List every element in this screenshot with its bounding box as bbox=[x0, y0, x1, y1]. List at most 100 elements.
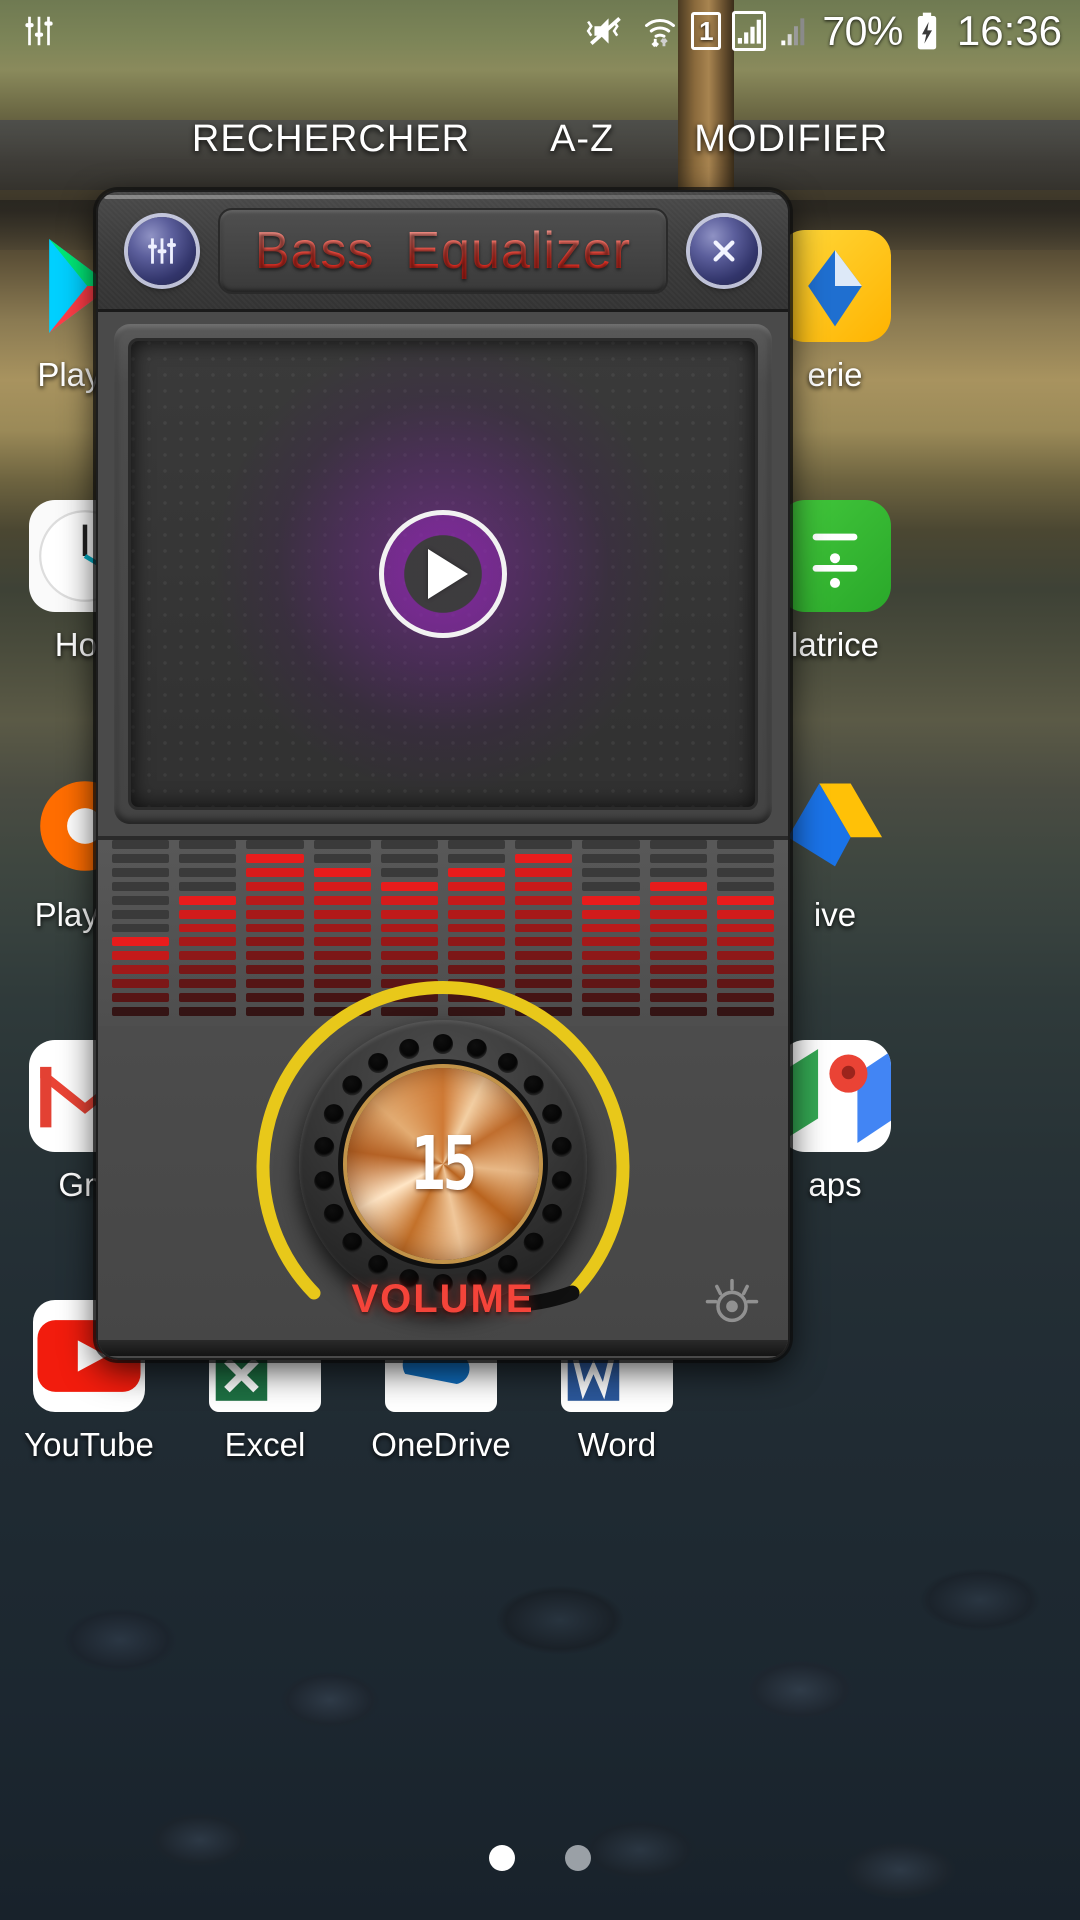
app-label: OneDrive bbox=[371, 1426, 511, 1463]
knob-dot bbox=[399, 1038, 420, 1059]
spectrum-segment bbox=[448, 895, 506, 905]
spectrum-segment bbox=[515, 937, 573, 947]
spectrum-segment bbox=[111, 840, 170, 849]
status-bar-clock: 16:36 bbox=[956, 7, 1062, 54]
app-title: Bass Equalizer bbox=[254, 221, 632, 280]
spectrum-segment bbox=[649, 867, 707, 877]
status-bar-right: 1 70% 16:36 bbox=[585, 7, 1062, 55]
spectrum-segment bbox=[716, 993, 775, 1003]
spectrum-segment bbox=[515, 853, 573, 863]
spectrum-segment bbox=[313, 840, 371, 849]
knob-dot bbox=[323, 1104, 344, 1125]
spectrum-segment bbox=[582, 965, 640, 975]
spectrum-segment bbox=[380, 923, 438, 933]
spectrum-segment bbox=[111, 993, 170, 1003]
knob-dot bbox=[542, 1203, 563, 1224]
spectrum-segment bbox=[448, 909, 506, 919]
home-action-edit[interactable]: MODIFIER bbox=[694, 118, 888, 161]
volume-section: 15 VOLUME bbox=[98, 980, 788, 1356]
knob-dot bbox=[342, 1232, 363, 1253]
signal-boxed-icon bbox=[732, 11, 767, 51]
maps-icon bbox=[779, 1040, 891, 1152]
spectrum-segment bbox=[246, 840, 304, 849]
spectrum-segment bbox=[649, 923, 707, 933]
play-button[interactable] bbox=[379, 510, 507, 638]
spectrum-segment bbox=[246, 937, 304, 947]
spectrum-segment bbox=[111, 1007, 170, 1016]
spectrum-segment bbox=[111, 909, 170, 919]
spectrum-column bbox=[111, 840, 170, 1016]
drive-icon bbox=[779, 770, 891, 882]
page-dot-active[interactable] bbox=[489, 1845, 515, 1871]
spectrum-segment bbox=[380, 909, 438, 919]
app-label: YouTube bbox=[24, 1426, 154, 1463]
volume-label: VOLUME bbox=[351, 1277, 535, 1321]
knob-dot bbox=[314, 1171, 335, 1192]
sim-1-icon: 1 bbox=[691, 12, 722, 50]
volume-knob-face[interactable]: 15 bbox=[347, 1068, 539, 1260]
spectrum-segment bbox=[582, 867, 640, 877]
knob-dot bbox=[368, 1053, 389, 1074]
visualizer-bezel bbox=[114, 324, 772, 824]
spectrum-segment bbox=[246, 923, 304, 933]
knob-dot bbox=[314, 1136, 335, 1157]
spectrum-segment bbox=[313, 951, 371, 961]
spectrum-segment bbox=[515, 881, 573, 891]
home-action-bar: RECHERCHER A-Z MODIFIER bbox=[0, 118, 1080, 161]
page-dot-inactive[interactable] bbox=[565, 1845, 591, 1871]
spectrum-segment bbox=[649, 965, 707, 975]
home-action-az[interactable]: A-Z bbox=[550, 118, 614, 161]
app-label: Word bbox=[577, 1426, 657, 1463]
spectrum-segment bbox=[716, 1007, 775, 1016]
spectrum-segment bbox=[582, 909, 640, 919]
spectrum-column bbox=[179, 840, 237, 1016]
spectrum-segment bbox=[313, 923, 371, 933]
spectrum-segment bbox=[179, 853, 237, 863]
knob-dot bbox=[542, 1104, 563, 1125]
spectrum-segment bbox=[179, 895, 237, 905]
spectrum-segment bbox=[448, 951, 506, 961]
knob-dot bbox=[551, 1136, 572, 1157]
equalizer-settings-button[interactable] bbox=[128, 216, 196, 285]
spectrum-segment bbox=[716, 867, 775, 877]
app-label: Excel bbox=[224, 1426, 306, 1463]
spectrum-segment bbox=[313, 965, 371, 975]
spectrum-segment bbox=[582, 937, 640, 947]
spectrum-segment bbox=[111, 979, 170, 989]
spectrum-segment bbox=[380, 853, 438, 863]
spectrum-segment bbox=[582, 881, 640, 891]
spectrum-segment bbox=[111, 951, 170, 961]
spectrum-segment bbox=[649, 840, 707, 849]
spectrum-segment bbox=[111, 853, 170, 863]
gear-icon[interactable] bbox=[704, 1276, 760, 1332]
spectrum-segment bbox=[649, 937, 707, 947]
battery-charging-icon bbox=[914, 11, 940, 51]
spectrum-segment bbox=[515, 951, 573, 961]
play-triangle-icon bbox=[428, 549, 468, 599]
spectrum-segment bbox=[582, 895, 640, 905]
spectrum-segment bbox=[380, 951, 438, 961]
spectrum-segment bbox=[649, 881, 707, 891]
spectrum-segment bbox=[246, 951, 304, 961]
spectrum-segment bbox=[515, 867, 573, 877]
knob-dot bbox=[551, 1171, 572, 1192]
close-button[interactable] bbox=[690, 216, 758, 285]
home-action-search[interactable]: RECHERCHER bbox=[192, 118, 470, 161]
spectrum-segment bbox=[179, 923, 237, 933]
spectrum-segment bbox=[448, 937, 506, 947]
spectrum-segment bbox=[380, 895, 438, 905]
spectrum-segment bbox=[380, 867, 438, 877]
spectrum-segment bbox=[179, 993, 237, 1003]
spectrum-segment bbox=[111, 895, 170, 905]
spectrum-segment bbox=[111, 867, 170, 877]
spectrum-segment bbox=[111, 937, 170, 947]
spectrum-segment bbox=[380, 937, 438, 947]
spectrum-segment bbox=[179, 951, 237, 961]
page-indicator bbox=[0, 1845, 1080, 1871]
spectrum-segment bbox=[649, 979, 707, 989]
spectrum-column bbox=[649, 840, 707, 1016]
spectrum-segment bbox=[111, 965, 170, 975]
spectrum-segment bbox=[515, 840, 573, 849]
album-art-display[interactable] bbox=[128, 338, 758, 810]
close-x-icon bbox=[713, 240, 735, 261]
